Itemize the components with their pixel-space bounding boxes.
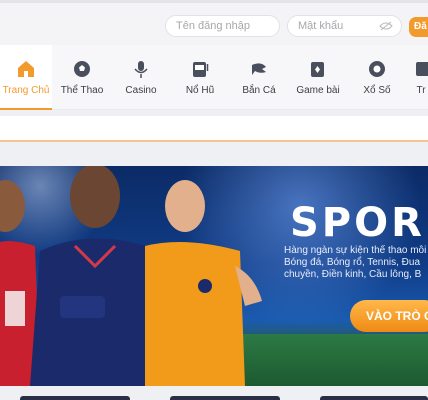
nav-label: Bắn Cá [242, 85, 276, 96]
banner-desc-line: Bóng đá, Bóng rổ, Tennis, Đua [284, 257, 421, 268]
nav-label: Trang Chủ [2, 85, 50, 96]
game-card[interactable] [170, 396, 280, 400]
login-button[interactable]: Đă [409, 17, 428, 37]
page: Tên đăng nhập Mật khẩu Đă Trang Chủ Thể … [0, 0, 428, 400]
password-placeholder: Mật khẩu [298, 20, 344, 32]
nav-label: Thể Thao [60, 85, 104, 96]
game-card[interactable] [20, 396, 130, 400]
play-now-button[interactable]: VÀO TRÒ C [350, 300, 428, 332]
nav-item-fishing[interactable]: Bắn Cá [240, 45, 278, 110]
banner-description: Hàng ngàn sự kiện thể thao mỗi Bóng đá, … [284, 245, 428, 281]
soccer-ball-icon [74, 61, 90, 77]
banner-desc-line: Hàng ngàn sự kiện thể thao mỗi [284, 245, 427, 256]
nav-item-lottery[interactable]: Xổ Số [360, 45, 394, 110]
nav-item-home[interactable]: Trang Chủ [0, 45, 52, 110]
nav-item-more[interactable]: Tr [414, 45, 428, 110]
game-card[interactable] [320, 396, 428, 400]
username-input[interactable]: Tên đăng nhập [165, 15, 280, 37]
banner-desc-line: chuyền, Điền kinh, Cầu lông, B [284, 269, 422, 280]
main-nav: Trang Chủ Thể Thao Casino Nổ Hũ Bắn Cá G… [0, 45, 428, 110]
lottery-ball-icon [369, 61, 385, 77]
password-input[interactable]: Mật khẩu [287, 15, 402, 37]
eye-hidden-icon[interactable] [379, 21, 393, 31]
nav-item-sports[interactable]: Thể Thao [58, 45, 106, 110]
nav-item-casino[interactable]: Casino [120, 45, 162, 110]
nav-item-slots[interactable]: Nổ Hũ [182, 45, 218, 110]
slot-machine-icon [193, 62, 209, 77]
fish-icon [252, 63, 266, 75]
nav-label: Xổ Số [363, 85, 391, 96]
nav-label: Casino [125, 85, 157, 96]
nav-item-card-games[interactable]: Game bài [294, 45, 342, 110]
home-icon [18, 61, 34, 77]
nav-label: Nổ Hũ [185, 85, 215, 96]
notice-bar [0, 116, 428, 142]
cards-icon [311, 62, 324, 77]
login-bar: Tên đăng nhập Mật khẩu Đă [0, 0, 428, 45]
nav-label: Tr [416, 85, 426, 96]
more-icon [416, 62, 428, 76]
nav-label: Game bài [296, 85, 340, 96]
banner-title: SPOR [290, 200, 425, 246]
microphone-icon [134, 61, 148, 78]
